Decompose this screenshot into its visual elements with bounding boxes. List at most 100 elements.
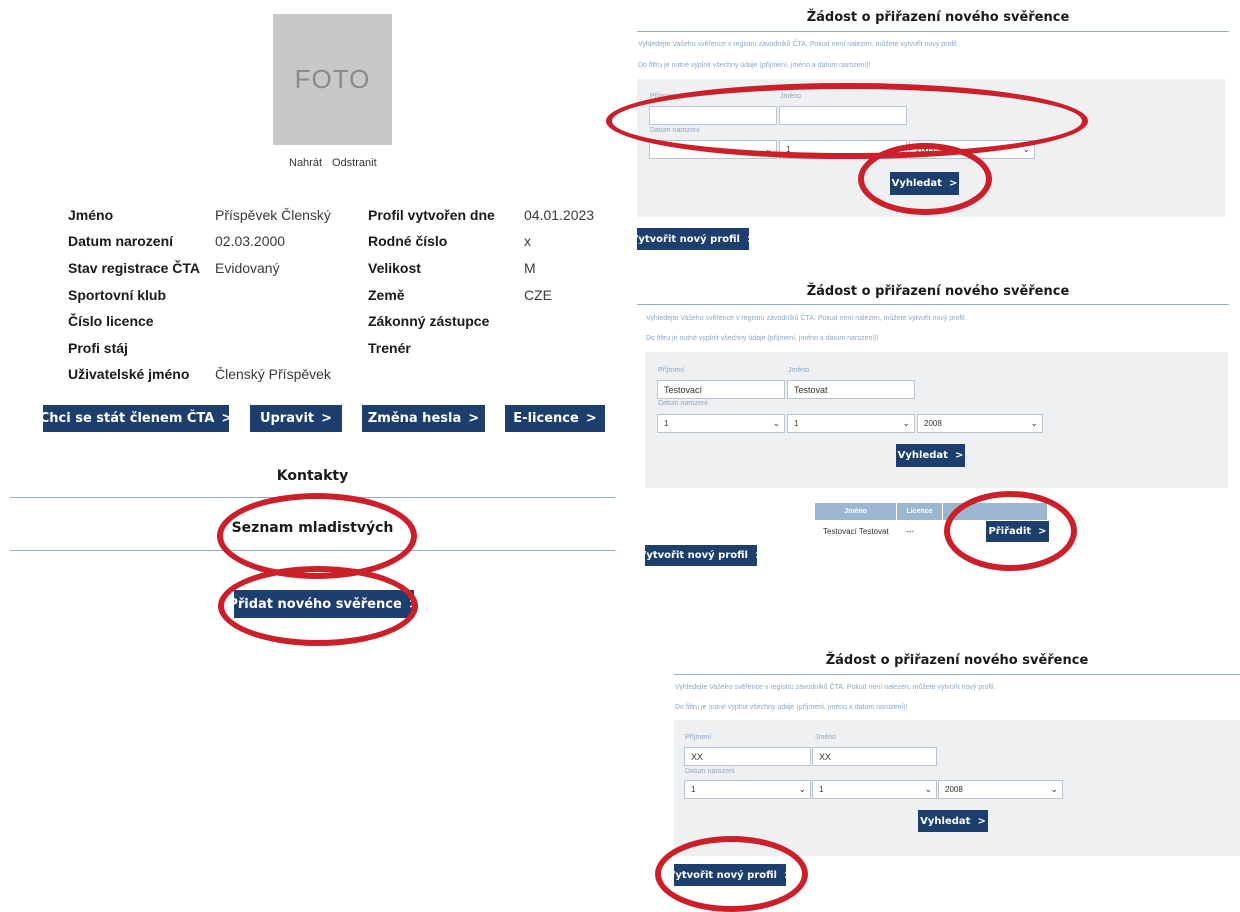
elicence-label: E-licence (513, 411, 579, 426)
year-select[interactable]: 2005 ⌄ (909, 140, 1035, 159)
panel3-hint-1: Vyhledejte Vašeho svěřence v registru zá… (675, 684, 996, 691)
field-label-birth-number: Rodné číslo (368, 233, 448, 249)
chevron-right-icon: > (1038, 526, 1047, 537)
remove-photo-link[interactable]: Odstranit (332, 157, 377, 169)
elicence-button[interactable]: E-licence > (505, 405, 605, 432)
chevron-down-icon: ⌄ (772, 418, 780, 428)
field-label-stable: Profi stáj (68, 340, 128, 356)
field-label-created: Profil vytvořen dne (368, 207, 495, 223)
upload-photo-link[interactable]: Nahrát (289, 157, 322, 169)
field-value-username: Členský Příspěvek (215, 366, 331, 382)
chevron-right-icon: > (321, 411, 333, 426)
create-profile-label: Vytvořit nový profil (667, 869, 777, 881)
surname-input[interactable]: XX (684, 747, 811, 766)
field-label-guardian: Zákonný zástupce (368, 313, 490, 329)
year-value: 2008 (924, 419, 942, 428)
field-value-country: CZE (524, 287, 552, 303)
name-input[interactable]: Testovat (787, 380, 915, 399)
field-value-created: 04.01.2023 (524, 207, 595, 223)
month-select[interactable]: 1 ⌄ (779, 140, 907, 159)
search-label: Vyhledat (920, 815, 971, 827)
chevron-down-icon: ⌄ (924, 784, 932, 794)
chevron-right-icon: > (746, 233, 756, 245)
month-select[interactable]: 1 ⌄ (787, 414, 915, 433)
chevron-right-icon: > (948, 178, 958, 189)
results-header-licence: Licence (897, 503, 943, 520)
change-password-button[interactable]: Změna hesla > (362, 405, 485, 432)
surname-label: Příjmení (658, 367, 685, 374)
chevron-right-icon: > (221, 411, 233, 426)
panel2-hint-2: Do filtru je nutné vyplnit všechny údaje… (646, 335, 879, 342)
panel1-divider (637, 31, 1229, 32)
field-label-username: Uživatelské jméno (68, 366, 190, 382)
field-label-registration: Stav registrace ČTA (68, 260, 201, 276)
assign-button[interactable]: Přiřadit > (986, 521, 1049, 542)
chevron-down-icon: ⌄ (1050, 784, 1058, 794)
chevron-right-icon: > (468, 411, 480, 426)
day-select[interactable]: 1 ⌄ (657, 414, 785, 433)
dob-label: Datum narození (685, 768, 735, 775)
name-input[interactable] (779, 106, 907, 125)
result-licence: --- (906, 527, 914, 536)
panel3-create-profile-button[interactable]: Vytvořit nový profil > (668, 864, 792, 886)
contacts-divider (10, 497, 615, 498)
surname-input[interactable] (649, 106, 777, 125)
panel1-title: Žádost o přiřazení nového svěřence (806, 10, 1070, 25)
field-label-club: Sportovní klub (68, 287, 166, 303)
field-label-birthdate: Datum narození (68, 233, 174, 249)
panel2-divider (637, 304, 1229, 305)
month-select[interactable]: 1 ⌄ (812, 780, 937, 799)
field-label-size: Velikost (368, 260, 421, 276)
results-header-name: Jméno (815, 503, 897, 520)
panel3-title: Žádost o přiřazení nového svěřence (825, 653, 1089, 668)
panel1-hint-2: Do filtru je nutné vyplnit všechny údaje… (638, 62, 871, 69)
day-select[interactable]: 1 ⌄ (684, 780, 811, 799)
add-ward-button[interactable]: Přidat nového svěřence > (228, 590, 420, 618)
month-value: 1 (819, 785, 824, 794)
results-header-row: Jméno Licence (815, 503, 1047, 520)
day-value: 1 (691, 785, 696, 794)
profile-photo: FOTO (273, 14, 392, 145)
results-table: Jméno Licence (815, 503, 1047, 520)
year-value: 2005 (916, 145, 934, 154)
search-label: Vyhledat (891, 178, 942, 189)
panel3-search-button[interactable]: Vyhledat > (918, 810, 988, 832)
day-select[interactable]: ⌄ (649, 140, 777, 159)
chevron-right-icon: > (954, 450, 964, 461)
surname-label: Příjmení (650, 93, 677, 100)
field-value-birthdate: 02.03.2000 (215, 233, 286, 249)
name-input[interactable]: XX (812, 747, 937, 766)
year-select[interactable]: 2008 ⌄ (917, 414, 1043, 433)
year-value: 2008 (945, 785, 963, 794)
chevron-right-icon: > (754, 550, 764, 561)
panel2-title: Žádost o přiřazení nového svěřence (806, 284, 1070, 299)
minors-heading: Seznam mladistvých (231, 520, 394, 536)
chevron-down-icon: ⌄ (902, 418, 910, 428)
field-value-size: M (524, 260, 536, 276)
field-value-registration: Evidovaný (215, 260, 280, 276)
panel1-create-profile-button[interactable]: Vytvořit nový profil > (631, 228, 755, 250)
edit-profile-button[interactable]: Upravit > (250, 405, 342, 432)
panel2-hint-1: Vyhledejte Vašeho svěřence v registru zá… (646, 315, 967, 322)
panel2-search-button[interactable]: Vyhledat > (896, 444, 965, 467)
minors-divider (10, 550, 615, 551)
chevron-down-icon: ⌄ (764, 144, 772, 154)
panel1-hint-1: Vyhledejte Vašeho svěřence v registru zá… (638, 41, 959, 48)
dob-label: Datum narození (658, 400, 708, 407)
change-password-label: Změna hesla (367, 411, 462, 426)
chevron-down-icon: ⌄ (798, 784, 806, 794)
year-select[interactable]: 2008 ⌄ (938, 780, 1063, 799)
field-value-name: Příspěvek Členský (215, 207, 331, 223)
panel2-create-profile-button[interactable]: Vytvořit nový profil > (639, 545, 763, 566)
panel1-search-button[interactable]: Vyhledat > (890, 172, 959, 195)
surname-input[interactable]: Testovací (657, 380, 785, 399)
panel2-filter: Příjmení Jméno Testovací Testovat Datum … (645, 352, 1228, 488)
result-name: Testovací Testovat (823, 527, 889, 536)
dob-label: Datum narození (650, 127, 700, 134)
name-label: Jméno (780, 93, 802, 100)
annotation-ellipse-minors (217, 493, 417, 579)
search-label: Vyhledat (897, 450, 948, 461)
panel3-hint-2: Do filtru je nutné vyplnit všechny údaje… (675, 704, 908, 711)
name-label: Jméno (815, 734, 837, 741)
become-member-button[interactable]: Chci se stát členem ČTA > (40, 405, 233, 432)
